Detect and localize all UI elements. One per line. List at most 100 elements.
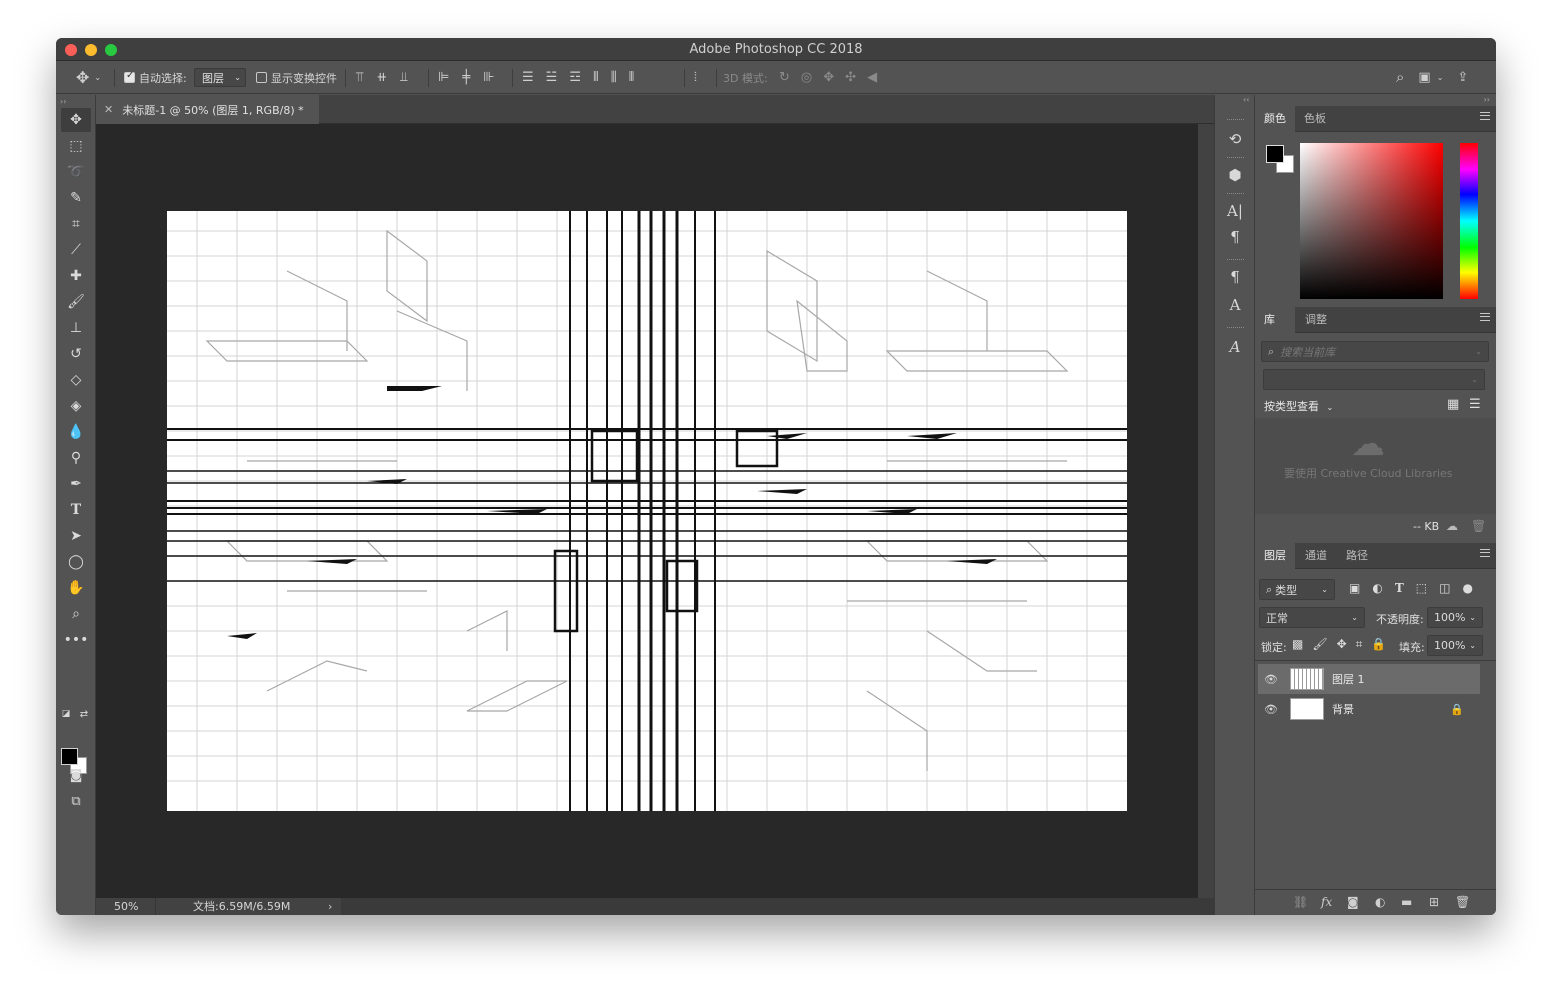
distribute-top-icon[interactable]: ☰ bbox=[522, 71, 534, 84]
type-tool-icon[interactable]: T bbox=[61, 498, 91, 522]
search-icon[interactable]: ⌕ bbox=[1396, 70, 1404, 85]
3d-camera-icon[interactable]: ◀ bbox=[867, 71, 877, 84]
share-icon[interactable]: ⇪ bbox=[1457, 71, 1468, 84]
crop-tool-icon[interactable]: ⌗ bbox=[61, 212, 91, 236]
new-group-icon[interactable]: ▬ bbox=[1401, 895, 1412, 909]
default-colors-icon[interactable]: ◪ bbox=[59, 707, 73, 721]
trash-icon[interactable]: 🗑 bbox=[1471, 519, 1486, 533]
color-panel-foreground[interactable] bbox=[1266, 145, 1284, 163]
quick-mask-icon[interactable]: ◙ bbox=[61, 763, 91, 787]
character-styles-icon[interactable]: A bbox=[1223, 293, 1247, 317]
path-selection-tool-icon[interactable]: ➤ bbox=[61, 524, 91, 548]
tab-swatches[interactable]: 色板 bbox=[1295, 106, 1335, 132]
opacity-input[interactable]: 100% ⌄ bbox=[1427, 607, 1483, 628]
ellipse-tool-icon[interactable]: ◯ bbox=[61, 550, 91, 574]
layer-style-fx-icon[interactable]: fx bbox=[1321, 895, 1332, 909]
3d-pan-icon[interactable]: ✥ bbox=[823, 71, 834, 84]
layer-filter-dropdown[interactable]: ⌕ 类型 ⌄ bbox=[1259, 579, 1335, 600]
blur-tool-icon[interactable]: 💧 bbox=[61, 420, 91, 444]
zoom-tool-icon[interactable]: ⌕ bbox=[61, 602, 91, 626]
add-mask-icon[interactable]: ◙ bbox=[1347, 895, 1359, 909]
3d-roll-icon[interactable]: ◎ bbox=[801, 71, 812, 84]
tab-paths[interactable]: 路径 bbox=[1337, 543, 1377, 569]
panels-collapse-grip[interactable]: ›› bbox=[1484, 95, 1490, 104]
library-search-input[interactable]: ⌕ 搜索当前库 ⌄ bbox=[1261, 341, 1489, 362]
history-brush-tool-icon[interactable]: ↺ bbox=[61, 342, 91, 366]
marquee-tool-icon[interactable]: ⬚ bbox=[61, 134, 91, 158]
align-top-icon[interactable]: ⫪ bbox=[356, 71, 363, 84]
tab-channels[interactable]: 通道 bbox=[1296, 543, 1336, 569]
dodge-tool-icon[interactable]: ⚲ bbox=[61, 446, 91, 470]
color-panel-swatches[interactable] bbox=[1266, 145, 1296, 175]
tab-layers[interactable]: 图层 bbox=[1255, 543, 1295, 569]
dock-collapse-grip[interactable]: ‹‹ bbox=[1243, 95, 1249, 104]
chevron-down-icon[interactable]: ⌄ bbox=[1437, 73, 1444, 82]
library-panel-menu-icon[interactable] bbox=[1480, 313, 1490, 321]
distribute-left-icon[interactable]: ⦀ bbox=[593, 71, 599, 84]
blend-mode-dropdown[interactable]: 正常 ⌄ bbox=[1259, 607, 1365, 628]
clone-stamp-tool-icon[interactable]: ⊥ bbox=[61, 316, 91, 340]
quick-selection-tool-icon[interactable]: ✎ bbox=[61, 186, 91, 210]
distribute-vcenter-icon[interactable]: ☱ bbox=[546, 71, 558, 84]
eye-icon[interactable]: 👁 bbox=[1258, 703, 1284, 716]
zoom-level[interactable]: 50% bbox=[96, 898, 156, 915]
document-tab[interactable]: ✕ 未标题-1 @ 50% (图层 1, RGB/8) * bbox=[96, 95, 319, 124]
canvas-vertical-scrollbar[interactable] bbox=[1198, 124, 1214, 898]
new-adjustment-layer-icon[interactable]: ◐ bbox=[1375, 895, 1385, 909]
eraser-tool-icon[interactable]: ◇ bbox=[61, 368, 91, 392]
link-layers-icon[interactable]: ⛓ bbox=[1293, 895, 1308, 909]
paragraph-panel-icon[interactable]: ¶ bbox=[1223, 225, 1247, 249]
delete-layer-icon[interactable]: 🗑 bbox=[1455, 895, 1470, 909]
pen-tool-icon[interactable]: ✒ bbox=[61, 472, 91, 496]
glyphs-panel-icon[interactable]: A bbox=[1223, 335, 1247, 359]
layers-panel-menu-icon[interactable] bbox=[1480, 549, 1490, 557]
status-menu-arrow-icon[interactable]: › bbox=[328, 898, 332, 915]
align-bottom-icon[interactable]: ⫫ bbox=[400, 71, 407, 84]
filter-type-icon[interactable]: T bbox=[1395, 581, 1404, 595]
tab-adjustments[interactable]: 调整 bbox=[1296, 307, 1336, 333]
library-select-dropdown[interactable]: ⌄ bbox=[1263, 369, 1485, 390]
color-panel-menu-icon[interactable] bbox=[1480, 112, 1490, 120]
fill-input[interactable]: 100% ⌄ bbox=[1427, 635, 1483, 656]
lock-transparent-pixels-icon[interactable]: ▩ bbox=[1292, 637, 1303, 652]
filter-toggle-icon[interactable]: ● bbox=[1462, 581, 1472, 595]
swap-colors-icon[interactable]: ⇄ bbox=[77, 707, 91, 721]
brush-tool-icon[interactable]: 🖌 bbox=[61, 290, 91, 314]
align-horizontal-center-icon[interactable]: ╪ bbox=[462, 71, 470, 84]
filter-shape-icon[interactable]: ⬚ bbox=[1416, 581, 1427, 595]
tab-color[interactable]: 颜色 bbox=[1255, 106, 1295, 132]
3d-slide-icon[interactable]: ✣ bbox=[845, 71, 856, 84]
auto-align-layers-icon[interactable]: ⦙ bbox=[694, 71, 697, 84]
paint-bucket-tool-icon[interactable]: ◈ bbox=[61, 394, 91, 418]
color-saturation-field[interactable] bbox=[1300, 143, 1443, 299]
lock-artboard-icon[interactable]: ⌗ bbox=[1356, 637, 1363, 652]
paragraph-styles-icon[interactable]: ¶ bbox=[1223, 265, 1247, 289]
tab-libraries[interactable]: 库 bbox=[1255, 307, 1295, 333]
align-left-icon[interactable]: ⊫ bbox=[438, 71, 449, 84]
more-tools-icon[interactable]: ••• bbox=[61, 628, 91, 652]
history-panel-icon[interactable]: ⟲ bbox=[1223, 127, 1247, 151]
show-transform-controls-checkbox[interactable]: 显示变换控件 bbox=[256, 61, 337, 94]
document-canvas[interactable] bbox=[167, 211, 1127, 811]
filter-smart-object-icon[interactable]: ◫ bbox=[1439, 581, 1450, 595]
close-tab-icon[interactable]: ✕ bbox=[104, 103, 113, 116]
canvas-area[interactable] bbox=[96, 124, 1198, 898]
distribute-bottom-icon[interactable]: ☲ bbox=[569, 71, 581, 84]
panel-collapse-grip[interactable]: ›› bbox=[60, 97, 66, 106]
workspace-icon[interactable]: ▣ bbox=[1418, 71, 1430, 84]
eyedropper-tool-icon[interactable]: ⟋ bbox=[61, 238, 91, 262]
layer-row[interactable]: 👁 图层 1 bbox=[1258, 664, 1480, 694]
screen-mode-icon[interactable]: ⧉ bbox=[61, 789, 91, 813]
auto-select-target-dropdown[interactable]: 图层 ⌄ bbox=[194, 68, 246, 87]
lock-image-pixels-icon[interactable]: 🖌 bbox=[1312, 637, 1327, 652]
new-layer-icon[interactable]: ⊞ bbox=[1429, 895, 1439, 909]
hand-tool-icon[interactable]: ✋ bbox=[61, 576, 91, 600]
filter-pixel-icon[interactable]: ▣ bbox=[1349, 581, 1360, 595]
align-vertical-center-icon[interactable]: ⧺ bbox=[376, 71, 387, 84]
align-right-icon[interactable]: ⊪ bbox=[483, 71, 494, 84]
horizontal-scrollbar[interactable] bbox=[341, 898, 1214, 915]
lock-all-icon[interactable]: 🔒 bbox=[1371, 637, 1386, 652]
grid-view-icon[interactable]: ▦ bbox=[1447, 397, 1459, 412]
auto-select-checkbox[interactable]: 自动选择: bbox=[124, 61, 187, 94]
healing-brush-tool-icon[interactable]: ✚ bbox=[61, 264, 91, 288]
